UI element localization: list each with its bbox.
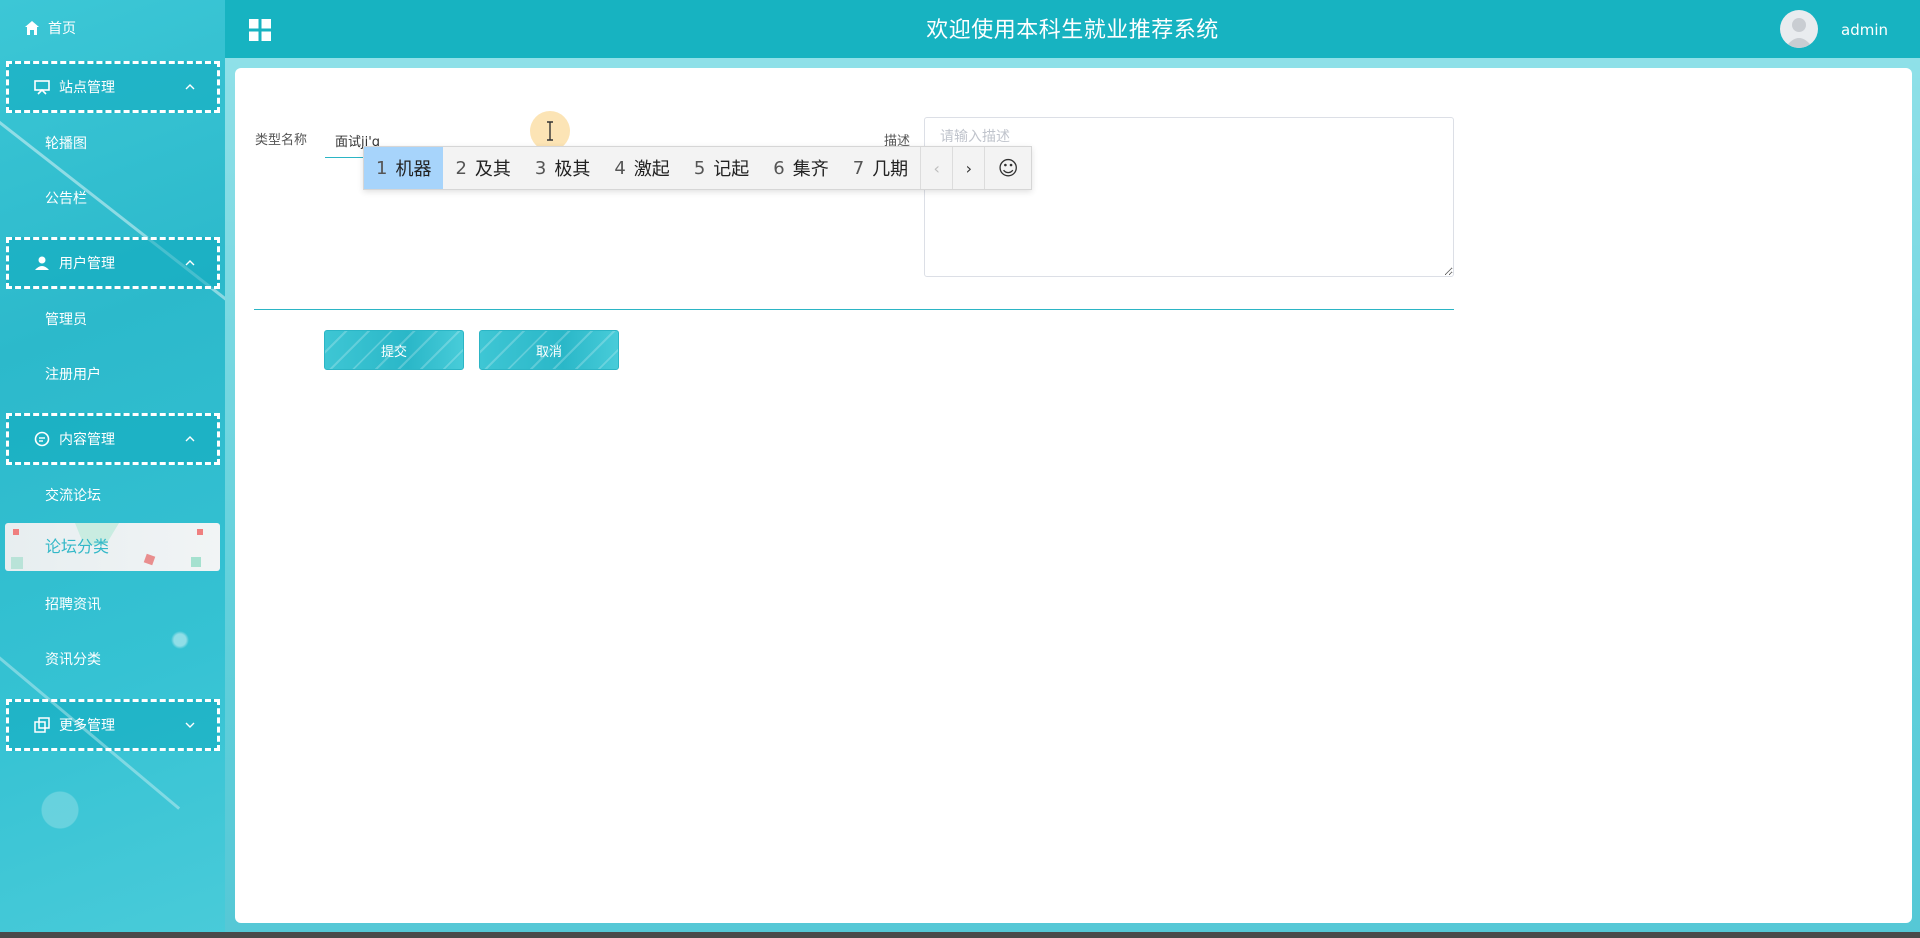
chevron-up-icon: [185, 84, 195, 90]
ime-candidate[interactable]: 6 集齐: [761, 147, 840, 189]
sidebar-item-forum-category[interactable]: 论坛分类: [5, 523, 220, 571]
sidebar-item-admins[interactable]: 管理员: [45, 309, 87, 329]
submit-button[interactable]: 提交: [324, 330, 464, 370]
sidebar-item-label: 论坛分类: [45, 537, 110, 556]
ime-candidate[interactable]: 7 几期: [841, 147, 920, 189]
text-cursor-icon: [547, 121, 553, 141]
sidebar-home-label: 首页: [48, 21, 76, 37]
sidebar-group-label: 用户管理: [59, 256, 115, 272]
sidebar-group-label: 站点管理: [59, 80, 115, 96]
ime-candidate[interactable]: 2 及其: [443, 147, 522, 189]
sidebar-group-more[interactable]: 更多管理: [6, 699, 220, 751]
taskbar-edge: [0, 932, 1920, 938]
sidebar-item-news-category[interactable]: 资讯分类: [45, 649, 101, 669]
description-textarea[interactable]: [924, 117, 1454, 277]
sidebar-group-site[interactable]: 站点管理: [6, 61, 220, 113]
avatar[interactable]: [1780, 10, 1818, 48]
cancel-button[interactable]: 取消: [479, 330, 619, 370]
chevron-up-icon: [185, 260, 195, 266]
sidebar-item-notice[interactable]: 公告栏: [45, 188, 87, 208]
sidebar-group-label: 更多管理: [59, 718, 115, 734]
sidebar-item-carousel[interactable]: 轮播图: [45, 133, 87, 153]
sidebar-item-job-news[interactable]: 招聘资讯: [45, 594, 101, 614]
ime-candidate-bar: 1 机器 2 及其 3 极其 4 激起 5 记起 6 集齐 7 几期 ‹ › ☺: [363, 146, 1032, 190]
user-icon: [33, 254, 51, 272]
sidebar-item-forum[interactable]: 交流论坛: [45, 485, 101, 505]
username[interactable]: admin: [1841, 21, 1888, 39]
sidebar: 首页 站点管理 轮播图 公告栏 用户管理 管理员 注册用户 内容管理 交流论坛 …: [0, 0, 225, 938]
home-icon: [25, 21, 39, 35]
ime-candidate[interactable]: 5 记起: [682, 147, 761, 189]
ime-next-page-icon[interactable]: ›: [952, 147, 984, 189]
ime-prev-page-icon[interactable]: ‹: [920, 147, 952, 189]
sidebar-group-users[interactable]: 用户管理: [6, 237, 220, 289]
sidebar-item-home[interactable]: 首页: [24, 18, 76, 38]
sidebar-item-registered-users[interactable]: 注册用户: [45, 364, 101, 384]
divider: [254, 309, 1454, 310]
page-title: 欢迎使用本科生就业推荐系统: [926, 18, 1219, 43]
ime-candidate[interactable]: 3 极其: [523, 147, 602, 189]
user-avatar-icon: [1785, 18, 1813, 48]
sidebar-group-label: 内容管理: [59, 432, 115, 448]
top-bar: 欢迎使用本科生就业推荐系统 admin: [225, 0, 1920, 58]
type-name-label: 类型名称: [255, 133, 308, 148]
copy-icon: [33, 716, 51, 734]
monitor-icon: [33, 78, 51, 96]
ime-candidate[interactable]: 1 机器: [364, 147, 444, 189]
sidebar-group-content[interactable]: 内容管理: [6, 413, 220, 465]
emoji-icon[interactable]: ☺: [984, 147, 1031, 189]
ime-candidate[interactable]: 4 激起: [602, 147, 681, 189]
chevron-down-icon: [185, 722, 195, 728]
chat-icon: [33, 430, 51, 448]
chevron-up-icon: [185, 436, 195, 442]
